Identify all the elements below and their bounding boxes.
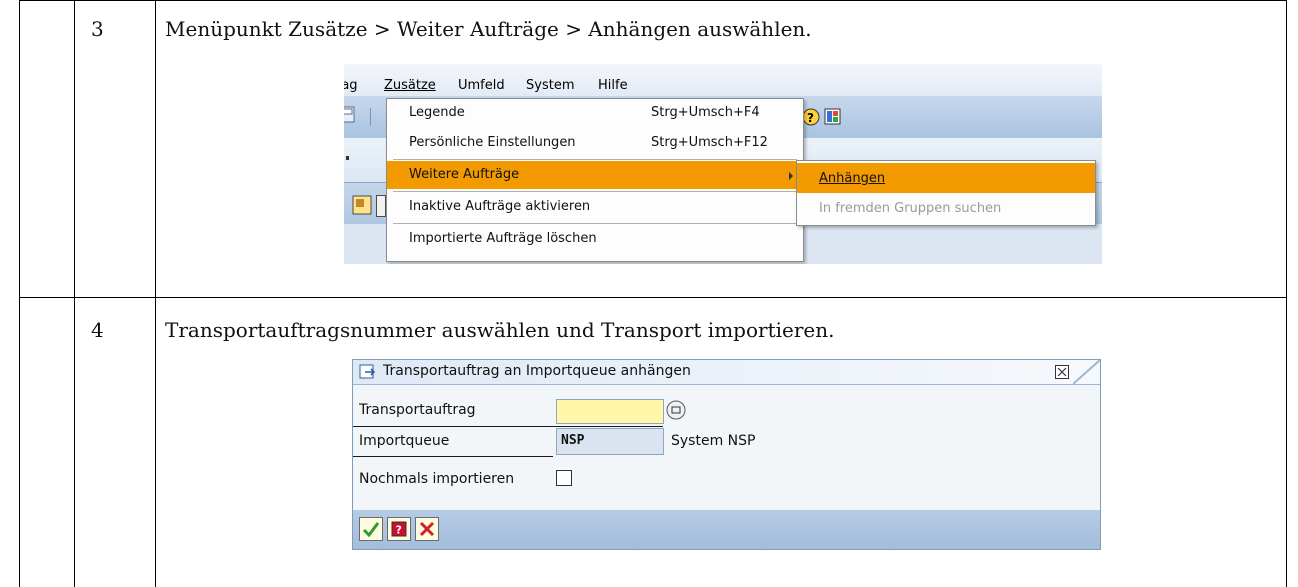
field-row-importqueue: Importqueue NSP System NSP: [353, 427, 1100, 456]
zusaetze-dropdown-menu: Legende Strg+Umsch+F4 Persönliche Einste…: [386, 98, 804, 262]
menu-item-auftrag[interactable]: rag: [344, 78, 358, 93]
svg-text:?: ?: [807, 111, 814, 125]
save-icon[interactable]: [344, 106, 356, 124]
value-help-icon[interactable]: [665, 399, 687, 421]
menu-item-shortcut: Strg+Umsch+F4: [651, 105, 760, 120]
sap-menu-screenshot: rag Zusätze Umfeld System Hilfe ?: [344, 64, 1102, 264]
help-button[interactable]: ?: [387, 517, 411, 541]
menu-item-label: Weitere Aufträge: [409, 167, 520, 182]
menu-separator: [393, 223, 797, 224]
toolbar-separator: [370, 108, 371, 126]
weitere-auftraege-submenu: Anhängen In fremden Gruppen suchen: [796, 160, 1096, 226]
menu-item-importierte-auftraege-loeschen[interactable]: Importierte Aufträge löschen: [387, 225, 803, 253]
menu-item-system[interactable]: System: [526, 78, 574, 93]
importqueue-field: NSP: [556, 428, 664, 455]
menu-item-umfeld[interactable]: Umfeld: [458, 78, 505, 93]
sap-menubar: rag Zusätze Umfeld System Hilfe: [344, 64, 1102, 96]
menu-item-weitere-auftraege[interactable]: Weitere Aufträge: [387, 161, 803, 189]
arrow-marker: [346, 156, 349, 160]
menu-item-label: Anhängen: [819, 171, 886, 186]
table-border-top: [19, 0, 1287, 1]
toolbar-button-partial[interactable]: [376, 195, 386, 217]
menu-item-hilfe[interactable]: Hilfe: [598, 78, 628, 93]
layout-icon[interactable]: [824, 108, 842, 126]
table-col-divider-2: [155, 0, 156, 587]
table-border-right: [1286, 0, 1287, 587]
menu-item-label: Persönliche Einstellungen: [409, 135, 576, 150]
table-border-left: [19, 0, 20, 587]
importqueue-value: NSP: [561, 433, 585, 448]
menu-item-label: Legende: [409, 105, 465, 120]
field-label: Transportauftrag: [359, 402, 476, 418]
field-separator: [353, 456, 553, 457]
menu-item-legende[interactable]: Legende Strg+Umsch+F4: [387, 99, 803, 127]
dialog-titlebar: Transportauftrag an Importqueue anhängen: [353, 360, 1100, 385]
menu-item-inaktive-auftraege[interactable]: Inaktive Aufträge aktivieren: [387, 193, 803, 221]
menu-item-label: Inaktive Aufträge aktivieren: [409, 199, 591, 214]
menu-separator: [393, 159, 797, 160]
submenu-arrow-icon: [789, 172, 793, 180]
titlebar-corner-decoration: [1073, 360, 1100, 384]
svg-text:?: ?: [396, 524, 402, 537]
field-row-transportauftrag: Transportauftrag: [353, 396, 1100, 425]
menu-separator: [393, 191, 797, 192]
step-instruction: Transportauftragsnummer auswählen und Tr…: [165, 318, 835, 342]
confirm-button[interactable]: [359, 517, 383, 541]
menu-item-zusaetze[interactable]: Zusätze: [384, 78, 436, 93]
append-transport-dialog: Transportauftrag an Importqueue anhängen…: [352, 359, 1101, 550]
field-label: Nochmals importieren: [359, 471, 515, 487]
dialog-button-bar: ?: [353, 510, 1100, 549]
dialog-icon: [359, 364, 376, 379]
table-row-divider: [19, 297, 1287, 298]
queue-system-text: System NSP: [671, 433, 756, 449]
legend-icon[interactable]: [352, 195, 372, 215]
menu-item-persoenliche-einstellungen[interactable]: Persönliche Einstellungen Strg+Umsch+F12: [387, 129, 803, 157]
menu-item-shortcut: Strg+Umsch+F12: [651, 135, 768, 150]
close-icon[interactable]: [1055, 365, 1069, 379]
submenu-item-anhaengen[interactable]: Anhängen: [797, 163, 1095, 193]
menu-item-label: In fremden Gruppen suchen: [819, 201, 1002, 216]
cancel-button[interactable]: [415, 517, 439, 541]
reimport-checkbox[interactable]: [556, 470, 572, 486]
menu-item-label: Importierte Aufträge löschen: [409, 231, 597, 246]
submenu-item-fremde-gruppen: In fremden Gruppen suchen: [797, 193, 1095, 223]
table-col-divider-1: [74, 0, 75, 587]
step-number: 4: [91, 318, 104, 342]
step-number: 3: [91, 17, 104, 41]
help-icon[interactable]: ?: [802, 108, 820, 126]
field-label: Importqueue: [359, 433, 450, 449]
dialog-title: Transportauftrag an Importqueue anhängen: [383, 363, 691, 379]
transportauftrag-input[interactable]: [556, 399, 664, 424]
field-row-nochmals: Nochmals importieren: [353, 465, 1100, 494]
step-instruction: Menüpunkt Zusätze > Weiter Aufträge > An…: [165, 17, 812, 41]
